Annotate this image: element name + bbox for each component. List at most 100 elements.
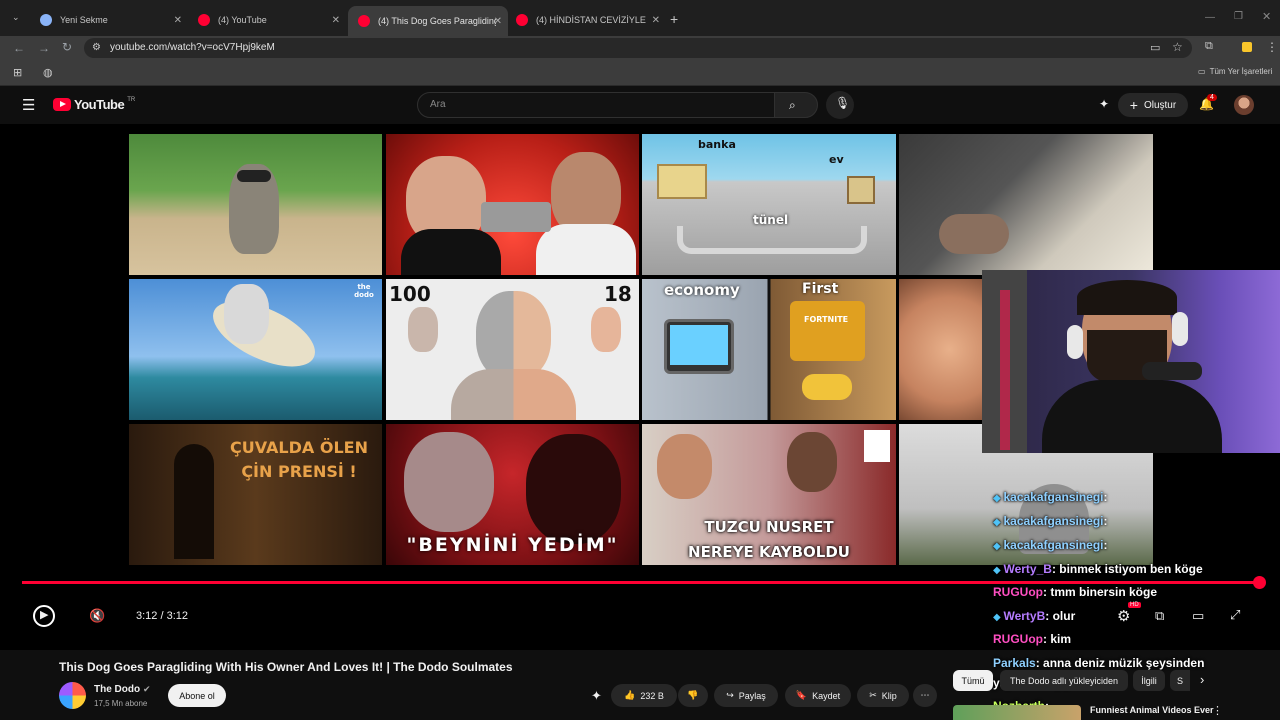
bookmark-icon: 🔖	[795, 690, 808, 700]
first-label: First	[802, 281, 839, 297]
endscreen-video-mud[interactable]	[899, 134, 1153, 275]
chips-next-chevron-icon[interactable]: ›	[1200, 672, 1204, 687]
tab-current-video[interactable]: (4) This Dog Goes Paragliding W ✕	[348, 6, 508, 36]
globe-icon[interactable]: ◍	[43, 66, 53, 79]
channel-name[interactable]: The Dodo	[94, 684, 140, 695]
chip-uploader-label: The Dodo adlı yükleyiciden	[1009, 675, 1119, 686]
back-arrow-icon[interactable]: ←	[13, 41, 25, 55]
youtube-logo[interactable]: YouTube TR	[53, 97, 135, 112]
voice-search-button[interactable]: 🎙	[826, 91, 854, 119]
endscreen-video-100-vs-18[interactable]: 100 18	[386, 279, 639, 420]
create-button[interactable]: + Oluştur	[1118, 93, 1188, 117]
window-restore-button[interactable]: ❐	[1234, 11, 1243, 22]
progress-bar[interactable]	[22, 581, 1260, 584]
chat-message: RUGUop: kim	[993, 632, 1071, 646]
chat-username: RUGUop	[993, 632, 1043, 646]
hd-badge: HD	[1128, 602, 1141, 608]
chip-more[interactable]: S	[1170, 670, 1190, 691]
endscreen-video-economy-first[interactable]: economy First FORTNITE	[642, 279, 896, 420]
chip-all-label: Tümü	[961, 675, 985, 686]
subscribe-button[interactable]: Abone ol	[168, 684, 226, 707]
account-avatar[interactable]	[1234, 95, 1254, 115]
forward-arrow-icon[interactable]: →	[38, 41, 50, 55]
youtube-wordmark: YouTube	[74, 97, 125, 112]
apps-grid-icon[interactable]: ⊞	[13, 66, 22, 79]
share-button[interactable]: ↪ Paylaş	[714, 684, 778, 707]
search-input[interactable]: Ara	[417, 92, 775, 118]
new-tab-button[interactable]: +	[670, 11, 678, 27]
ask-ai-icon[interactable]: ✦	[591, 688, 602, 704]
search-placeholder: Ara	[430, 99, 446, 110]
chat-text: :	[1103, 490, 1108, 504]
tab-close-icon[interactable]: ✕	[174, 15, 182, 26]
nusret-title-line2: NEREYE KAYBOLDU	[688, 543, 850, 561]
save-label: Kaydet	[812, 690, 841, 701]
chat-badge-icon: ◆	[993, 565, 1004, 576]
site-info-icon[interactable]: ⚙	[92, 42, 101, 53]
like-button[interactable]: 👍 232 B	[611, 684, 677, 707]
time-display: 3:12 / 3:12	[136, 610, 188, 622]
bookmarks-bar	[0, 60, 1280, 86]
create-camera-icon[interactable]: ✦	[1099, 97, 1109, 111]
endscreen-video-two-men[interactable]	[386, 134, 639, 275]
verified-badge-icon: ✔	[143, 684, 151, 694]
chat-text: : binmek istiyom ben köge	[1051, 562, 1203, 576]
extension-badge-icon[interactable]	[1242, 42, 1252, 52]
label-tunnel: tünel	[753, 213, 789, 227]
bookmark-star-icon[interactable]: ☆	[1172, 40, 1183, 54]
tab-close-icon[interactable]: ✕	[332, 15, 340, 26]
scrubber-knob[interactable]	[1253, 576, 1266, 589]
dislike-button[interactable]: 👎	[678, 684, 708, 707]
related-more-icon[interactable]: ⋮	[1212, 704, 1223, 717]
browser-menu-icon[interactable]: ⋮	[1266, 40, 1278, 54]
chat-message: ◆ kacakafgansinegi:	[993, 514, 1108, 528]
like-count: 232 B	[640, 690, 664, 701]
window-close-button[interactable]: ✕	[1262, 10, 1271, 23]
chat-badge-icon: ◆	[993, 493, 1004, 504]
folder-icon: ▭	[1198, 67, 1206, 76]
clip-button[interactable]: ✂ Klip	[857, 684, 909, 707]
related-thumbnail[interactable]	[953, 705, 1081, 720]
chip-uploader[interactable]: The Dodo adlı yükleyiciden	[1000, 670, 1128, 691]
chat-username: Werty_B	[1003, 562, 1052, 576]
more-actions-button[interactable]: ⋯	[913, 684, 937, 707]
settings-gear-icon[interactable]: ⚙	[1117, 607, 1130, 625]
all-bookmarks-folder[interactable]: ▭ Tüm Yer İşaretleri	[1198, 67, 1272, 76]
tab-youtube[interactable]: (4) YouTube ✕	[188, 8, 346, 32]
tab-close-icon[interactable]: ✕	[652, 15, 660, 26]
age-18-label: 18	[604, 282, 632, 306]
search-button[interactable]: ⌕	[774, 92, 818, 118]
window-minimize-button[interactable]: —	[1205, 12, 1215, 23]
cast-icon[interactable]: ▭	[1150, 41, 1160, 54]
endscreen-video-beynini-yedim[interactable]: "BEYNİNİ YEDİM"	[386, 424, 639, 565]
save-button[interactable]: 🔖 Kaydet	[785, 684, 851, 707]
create-label: Oluştur	[1143, 99, 1177, 111]
endscreen-video-face[interactable]	[899, 279, 983, 420]
miniplayer-icon[interactable]: ⧉	[1155, 608, 1164, 624]
tab-hindistan[interactable]: (4) HİNDİSTAN CEVİZİYLE HAPİ ✕	[506, 8, 666, 32]
extensions-icon[interactable]: ⧉	[1205, 40, 1213, 53]
tab-search-button[interactable]: ⌄	[12, 12, 20, 23]
chip-all[interactable]: Tümü	[953, 670, 993, 691]
chat-message: ◆ kacakafgansinegi:	[993, 490, 1108, 504]
endscreen-video-prince[interactable]: ÇUVALDA ÖLEN ÇİN PRENSİ !	[129, 424, 382, 565]
tab-close-icon[interactable]: ✕	[494, 16, 502, 27]
endscreen-video-nusret[interactable]: TUZCU NUSRET NEREYE KAYBOLDU	[642, 424, 896, 565]
chip-related[interactable]: İlgili	[1133, 670, 1165, 691]
mute-button[interactable]: 🔇	[89, 608, 105, 624]
chat-text: : kim	[1043, 632, 1072, 646]
tab-new-tab[interactable]: Yeni Sekme ✕	[30, 8, 188, 32]
theater-mode-icon[interactable]: ▭	[1192, 608, 1204, 624]
chat-badge-icon: ◆	[993, 541, 1004, 552]
fullscreen-icon[interactable]: ⤢	[1230, 607, 1240, 623]
endscreen-video-surfing-cat[interactable]: the dodo	[129, 279, 382, 420]
reload-icon[interactable]: ↻	[62, 40, 72, 54]
related-video-title[interactable]: Funniest Animal Videos Ever	[1090, 705, 1214, 715]
replay-button[interactable]: ▶	[33, 605, 55, 627]
endscreen-video-bank-tunnel[interactable]: banka ev tünel	[642, 134, 896, 275]
beynini-yedim-title: "BEYNİNİ YEDİM"	[406, 534, 619, 556]
channel-avatar[interactable]	[59, 682, 86, 709]
hamburger-menu-icon[interactable]: ☰	[22, 96, 35, 114]
nusret-title-line1: TUZCU NUSRET	[704, 518, 834, 536]
endscreen-video-raccoon[interactable]	[129, 134, 382, 275]
